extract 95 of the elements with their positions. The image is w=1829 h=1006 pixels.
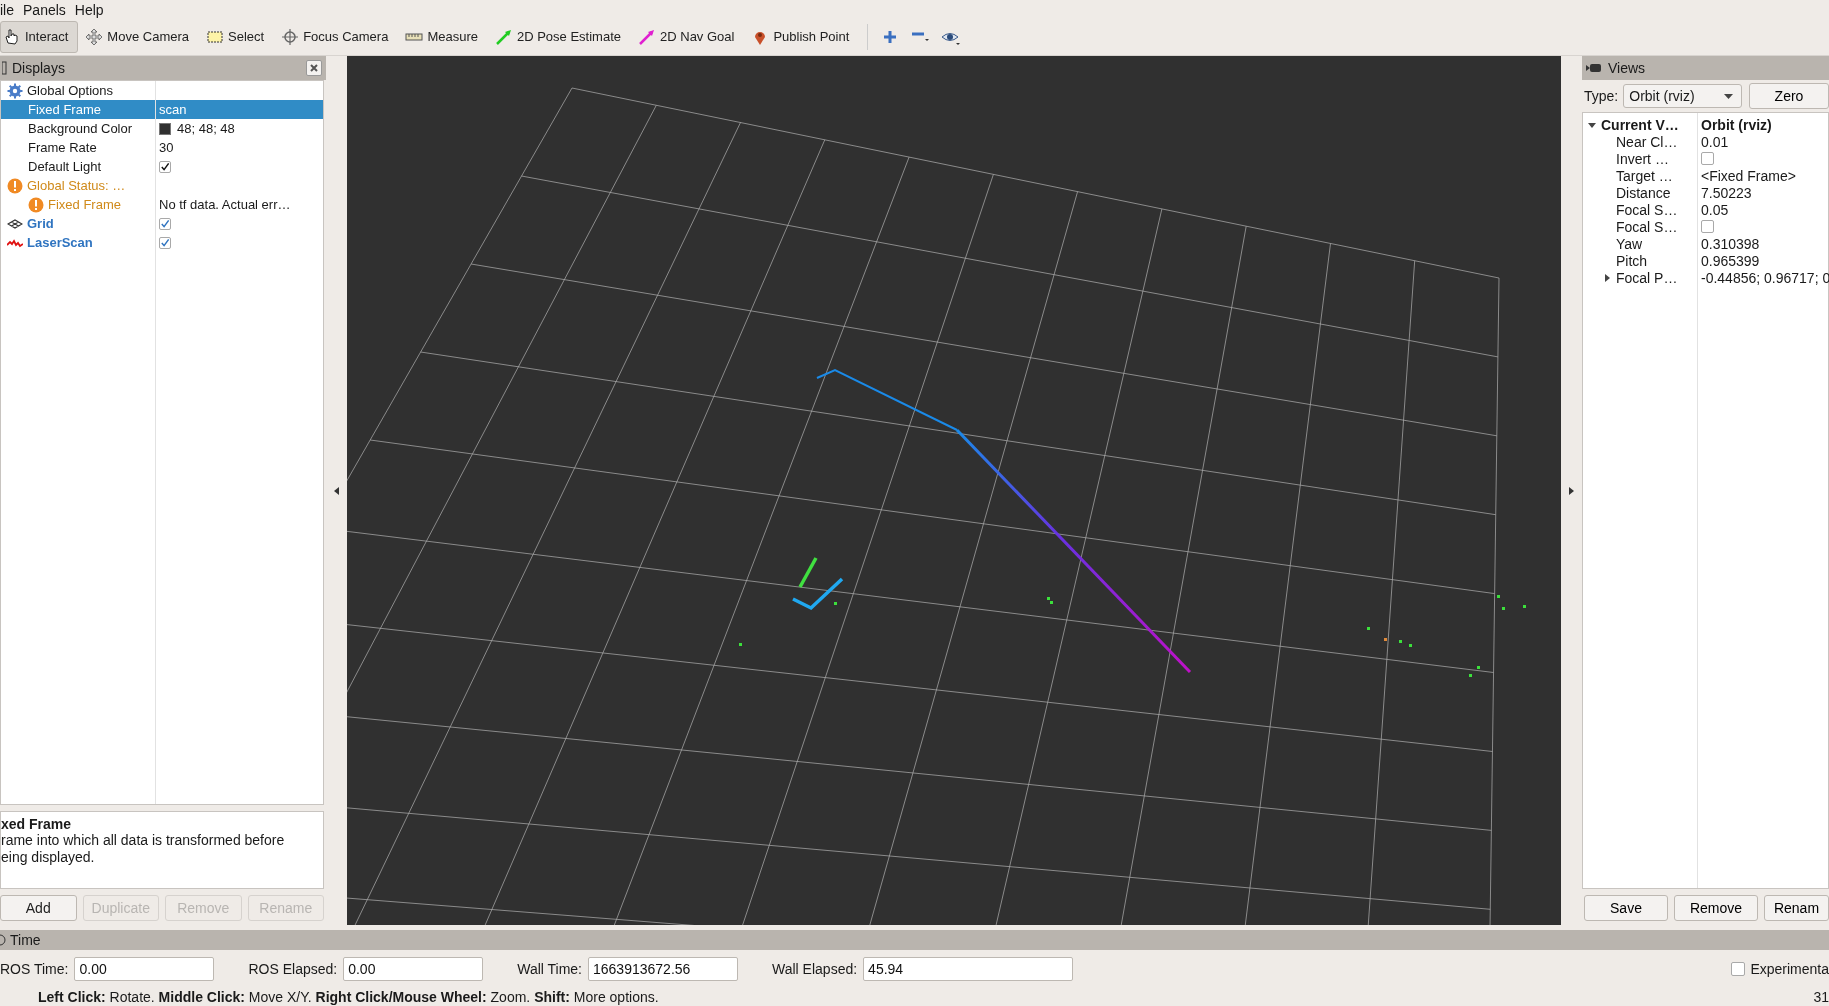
time-field[interactable]: 0.00 [343,956,484,981]
checkbox[interactable] [1701,152,1714,165]
warning-icon [7,177,23,194]
zoom-out-icon [911,32,930,41]
panel-button[interactable]: Renam [1764,895,1829,921]
time-field[interactable]: 1663913672.56 [588,956,738,981]
property-value: Orbit (rviz) [1701,116,1772,133]
property-value: No tf data. Actual err… [159,197,291,212]
property-name: Pitch [1616,252,1648,269]
property-name: Focal P… [1616,269,1678,286]
tree-row[interactable]: LaserScan [1,233,323,252]
property-name: Fixed Frame [28,102,101,117]
close-button[interactable] [306,60,322,76]
property-name: Global Options [27,83,113,98]
collapse-arrow-icon [334,486,339,495]
clock-icon [0,934,6,946]
property-value: 0.05 [1701,201,1729,218]
time-field[interactable]: 45.94 [863,956,1074,981]
property-name: Target … [1616,167,1673,184]
tree-row[interactable]: Grid [1,214,323,233]
property-value: <Fixed Frame> [1701,167,1796,184]
diagonal-arrow-icon [494,27,513,46]
property-name: Focal S… [1616,218,1678,235]
panel-icon [2,61,8,75]
property-value: 0.965399 [1701,252,1760,269]
panel-title: Time [10,932,41,948]
menu-item[interactable]: Help [74,2,113,18]
property-name: Global Status: … [27,178,126,193]
menu-item[interactable]: Panels [23,2,75,18]
tool-button[interactable]: Focus Camera [278,20,399,53]
property-name: Focal S… [1616,201,1678,218]
menu-item[interactable]: ile [0,2,23,18]
property-name: Default Light [28,159,101,174]
tool-button[interactable]: Measure [402,20,488,53]
tree-row[interactable]: Background Color 48; 48; 48 [1,119,323,138]
property-value: 0.01 [1701,133,1729,150]
property-name: Fixed Frame [48,197,121,212]
checkbox[interactable] [159,236,171,249]
type-dropdown[interactable]: Orbit (rviz) [1623,84,1742,108]
camera-icon [1586,63,1602,73]
tool-button[interactable]: 2D Nav Goal [635,20,745,53]
field-label: Type: [1584,88,1619,104]
caret-icon [1724,93,1733,99]
property-value: 0.310398 [1701,235,1760,252]
property-name: Current V… [1601,116,1679,133]
tree-row[interactable]: Global Options [1,81,323,100]
checkbox[interactable] [1701,220,1714,233]
tool-button[interactable]: Interact [0,20,79,53]
property-value: 48; 48; 48 [177,121,235,136]
tree-row[interactable]: Frame Rate 30 [1,138,323,157]
panel-button[interactable]: Remove [1674,895,1758,921]
warning-icon [28,196,44,213]
fps-counter: 31 [1813,989,1829,1005]
diagonal-arrow-icon [638,27,656,46]
tree-row[interactable]: Default Light [1,157,323,176]
property-name: Invert … [1616,150,1669,167]
move-arrows-icon [85,27,104,46]
property-name: Background Color [28,121,133,136]
tool-button[interactable]: Publish Point [748,20,860,53]
checkbox[interactable] [1731,961,1746,976]
field-label: ROS Elapsed: [248,960,338,977]
checkbox[interactable] [159,160,171,173]
property-name: Frame Rate [28,140,97,155]
status-text: Left Click: Rotate. Middle Click: Move X/Y. Right Click/Mouse Wheel: Zoom. Shift: More options. [38,989,659,1005]
property-name: LaserScan [27,235,93,250]
collapse-arrow-icon [1569,486,1574,495]
description-title: xed Frame [1,816,73,832]
property-name: Yaw [1616,235,1643,252]
property-name: Grid [27,216,54,231]
property-name: Near Cl… [1616,133,1678,150]
checkbox-label: Experimenta [1750,960,1829,977]
panel-button[interactable]: Add [0,895,77,921]
panel-title: Views [1608,60,1646,76]
property-name: Distance [1616,184,1671,201]
tool-button[interactable]: 2D Pose Estimate [491,20,631,53]
crosshair-icon [281,27,300,46]
panel-title: Displays [12,60,66,76]
tree-row[interactable]: Fixed Frame No tf data. Actual err… [1,195,323,214]
close-icon [310,64,318,72]
property-value: scan [159,102,187,117]
hand-icon [3,27,21,46]
property-value: -0.44856; 0.96717; 0 [1701,269,1829,286]
field-label: Wall Elapsed: [772,960,858,977]
panel-button[interactable]: Save [1584,895,1668,921]
zero-button[interactable]: Zero [1749,83,1829,109]
property-value: 7.50223 [1701,184,1752,201]
field-label: ROS Time: [0,960,69,977]
description-text: rame into which all data is transformed before eing displayed. [1,832,286,866]
tool-button[interactable]: Move Camera [82,20,199,53]
tree-row[interactable]: Fixed Frame scan [1,100,323,119]
checkbox[interactable] [159,217,171,230]
tool-button[interactable]: Select [203,20,275,53]
time-field[interactable]: 0.00 [74,956,215,981]
field-label: Wall Time: [517,960,582,977]
property-value: 30 [159,140,174,155]
